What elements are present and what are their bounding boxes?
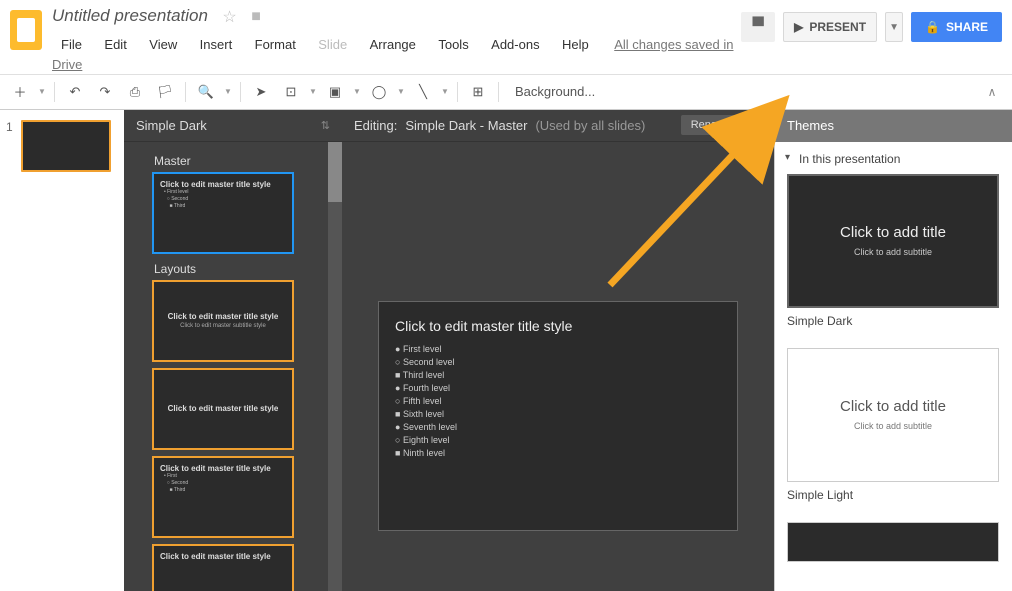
layout-thumb-title: Click to edit master title style xyxy=(160,464,286,473)
undo-button[interactable]: ↶ xyxy=(61,79,89,105)
shape-dropdown[interactable]: ▼ xyxy=(395,79,407,105)
insert-placeholder-button[interactable]: ⊞ xyxy=(464,79,492,105)
editor-used-by: (Used by all slides) xyxy=(535,118,645,133)
app-logo xyxy=(10,10,42,50)
present-label: PRESENT xyxy=(809,20,866,34)
line-dropdown[interactable]: ▼ xyxy=(439,79,451,105)
image-dropdown[interactable]: ▼ xyxy=(351,79,363,105)
master-section-label: Master xyxy=(154,154,334,168)
master-panel: Simple Dark ⇅ Master Click to edit maste… xyxy=(124,110,342,591)
master-slide-canvas[interactable]: Click to edit master title style First l… xyxy=(378,301,738,531)
layout-thumb-title: Click to edit master title style xyxy=(168,404,279,413)
layout-thumb-2[interactable]: Click to edit master title style xyxy=(154,370,292,448)
theme-preview-sub: Click to add subtitle xyxy=(854,247,932,257)
menu-edit[interactable]: Edit xyxy=(95,33,135,56)
level-1: First level xyxy=(395,344,721,354)
theme-preview-sub: Click to add subtitle xyxy=(854,421,932,431)
level-2: Second level xyxy=(395,357,721,367)
textbox-dropdown[interactable]: ▼ xyxy=(307,79,319,105)
level-4: Fourth level xyxy=(395,383,721,393)
editor-theme-name: Simple Dark - Master xyxy=(405,118,527,133)
master-thumb-title: Click to edit master title style xyxy=(160,180,286,189)
theme-card-3[interactable] xyxy=(787,522,999,562)
menu-addons[interactable]: Add-ons xyxy=(482,33,548,56)
editor-panel: Editing: Simple Dark - Master (Used by a… xyxy=(342,110,774,591)
level-6: Sixth level xyxy=(395,409,721,419)
star-icon[interactable]: ☆ xyxy=(222,7,236,27)
doc-title[interactable]: Untitled presentation xyxy=(52,6,208,26)
comments-icon[interactable]: ▀ xyxy=(741,12,775,42)
theme-name: Simple Light xyxy=(787,482,999,516)
menu-file[interactable]: File xyxy=(52,33,91,56)
share-label: SHARE xyxy=(946,20,988,34)
level-9: Ninth level xyxy=(395,448,721,458)
menu-format[interactable]: Format xyxy=(246,33,305,56)
present-button[interactable]: ▶ PRESENT xyxy=(783,12,877,42)
line-tool[interactable]: ╲ xyxy=(409,79,437,105)
redo-button[interactable]: ↷ xyxy=(91,79,119,105)
master-scrollbar[interactable] xyxy=(328,142,342,591)
master-sort-icon[interactable]: ⇅ xyxy=(321,119,330,132)
editor-prefix: Editing: xyxy=(354,118,397,133)
layout-thumb-1[interactable]: Click to edit master title style Click t… xyxy=(154,282,292,360)
paint-format-button[interactable]: 🏳 xyxy=(151,79,179,105)
layout-thumb-4[interactable]: Click to edit master title style xyxy=(154,546,292,591)
app-header: Untitled presentation ☆ ■ File Edit View… xyxy=(0,0,1012,74)
themes-panel: Themes In this presentation Click to add… xyxy=(774,110,1012,591)
level-5: Fifth level xyxy=(395,396,721,406)
new-slide-dropdown[interactable]: ▼ xyxy=(36,79,48,105)
menu-arrange[interactable]: Arrange xyxy=(361,33,425,56)
rename-button[interactable]: Rename xyxy=(681,115,743,135)
menu-bar: File Edit View Insert Format Slide Arran… xyxy=(52,33,741,74)
select-tool[interactable]: ➤ xyxy=(247,79,275,105)
textbox-tool[interactable]: ⊡ xyxy=(277,79,305,105)
slide-number: 1 xyxy=(6,120,13,134)
menu-slide: Slide xyxy=(309,33,356,56)
present-dropdown[interactable]: ▼ xyxy=(885,12,903,42)
zoom-button[interactable]: 🔍 xyxy=(192,79,220,105)
image-tool[interactable]: ▣ xyxy=(321,79,349,105)
themes-header: Themes xyxy=(775,110,1012,142)
slide-body-placeholder[interactable]: First level Second level Third level Fou… xyxy=(395,344,721,458)
master-panel-title: Simple Dark xyxy=(136,118,207,133)
layout-thumb-3[interactable]: Click to edit master title style • First… xyxy=(154,458,292,536)
slide-thumbnail[interactable] xyxy=(21,120,111,172)
themes-section-label[interactable]: In this presentation xyxy=(775,142,1012,174)
menu-tools[interactable]: Tools xyxy=(429,33,477,56)
print-button[interactable]: ⎙ xyxy=(121,79,149,105)
level-7: Seventh level xyxy=(395,422,721,432)
theme-preview-title: Click to add title xyxy=(840,398,946,415)
shape-tool[interactable]: ◯ xyxy=(365,79,393,105)
layouts-section-label: Layouts xyxy=(154,262,334,276)
background-button[interactable]: Background... xyxy=(505,84,605,99)
layout-thumb-title: Click to edit master title style xyxy=(160,552,286,561)
close-editor-icon[interactable]: ✕ xyxy=(750,117,762,134)
zoom-dropdown[interactable]: ▼ xyxy=(222,79,234,105)
master-thumb[interactable]: Click to edit master title style • First… xyxy=(154,174,292,252)
level-8: Eighth level xyxy=(395,435,721,445)
theme-name: Simple Dark xyxy=(787,308,999,342)
layout-thumb-title: Click to edit master title style xyxy=(168,312,279,321)
level-3: Third level xyxy=(395,370,721,380)
menu-help[interactable]: Help xyxy=(553,33,598,56)
share-button[interactable]: 🔒 SHARE xyxy=(911,12,1002,42)
menu-insert[interactable]: Insert xyxy=(191,33,242,56)
slide-title-placeholder[interactable]: Click to edit master title style xyxy=(395,318,721,334)
toolbar: ＋ ▼ ↶ ↷ ⎙ 🏳 🔍 ▼ ➤ ⊡ ▼ ▣ ▼ ◯ ▼ ╲ ▼ ⊞ Back… xyxy=(0,74,1012,110)
folder-icon[interactable]: ■ xyxy=(251,8,261,26)
theme-card-dark[interactable]: Click to add title Click to add subtitle… xyxy=(787,174,999,342)
menu-view[interactable]: View xyxy=(140,33,186,56)
theme-card-light[interactable]: Click to add title Click to add subtitle… xyxy=(787,348,999,516)
new-slide-button[interactable]: ＋ xyxy=(6,79,34,105)
layout-thumb-sub: Click to edit master subtitle style xyxy=(180,323,266,329)
theme-preview-title: Click to add title xyxy=(840,224,946,241)
toolbar-collapse[interactable]: ∧ xyxy=(978,79,1006,105)
filmstrip: 1 xyxy=(0,110,124,591)
